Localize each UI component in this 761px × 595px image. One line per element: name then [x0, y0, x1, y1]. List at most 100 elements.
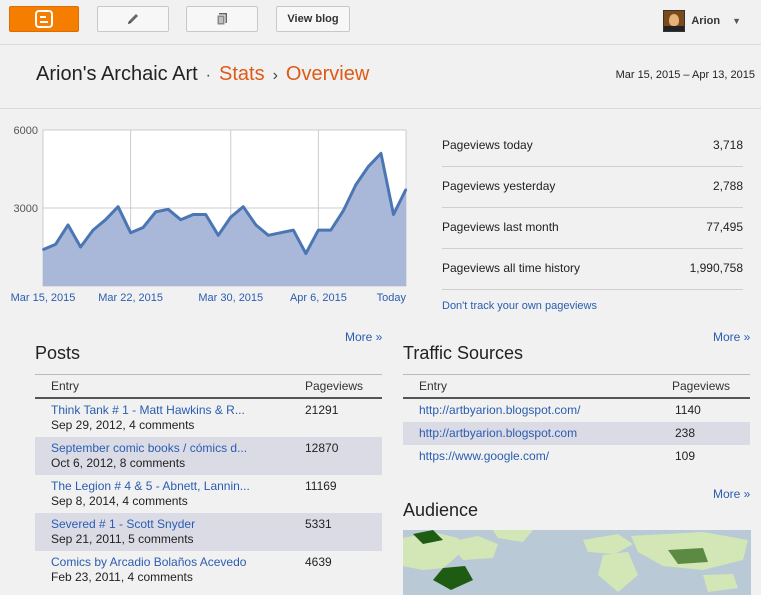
- table-row: https://www.google.com/ 109: [403, 445, 750, 468]
- data-point: [242, 205, 245, 208]
- traffic-pageviews: 238: [675, 426, 696, 440]
- pageview-stats: Pageviews today 3,718 Pageviews yesterday…: [442, 126, 743, 312]
- post-meta: Sep 8, 2014, 4 comments: [51, 494, 188, 508]
- posts-title: Posts: [35, 343, 81, 363]
- post-meta: Sep 29, 2012, 4 comments: [51, 418, 195, 432]
- data-point: [79, 246, 82, 248]
- blogger-home-button[interactable]: [9, 6, 79, 32]
- data-point: [154, 210, 157, 213]
- traffic-sources-title: Traffic Sources: [403, 343, 524, 363]
- data-point: [192, 213, 195, 216]
- post-meta: Sep 21, 2011, 5 comments: [51, 532, 194, 546]
- table-row: Think Tank # 1 - Matt Hawkins & R... Sep…: [35, 399, 382, 437]
- data-point: [92, 229, 95, 232]
- posts-more-link[interactable]: More »: [345, 330, 382, 344]
- stat-row: Pageviews yesterday 2,788: [442, 167, 743, 208]
- x-tick-label: Mar 15, 2015: [11, 292, 76, 304]
- traffic-source-link[interactable]: https://www.google.com/: [419, 449, 549, 463]
- data-point: [329, 229, 332, 232]
- post-title-link[interactable]: Think Tank # 1 - Matt Hawkins & R...: [51, 403, 271, 418]
- stat-value: 1,990,758: [689, 261, 743, 275]
- view-blog-button[interactable]: View blog: [276, 6, 350, 32]
- y-tick-label: 3000: [14, 203, 38, 215]
- stat-label: Pageviews yesterday: [442, 179, 556, 193]
- traffic-source-link[interactable]: http://artbyarion.blogspot.com: [419, 426, 577, 440]
- table-row: The Legion # 4 & 5 - Abnett, Lannin... S…: [35, 475, 382, 513]
- col-entry: Entry: [51, 379, 80, 393]
- breadcrumb-stats[interactable]: Stats: [219, 63, 265, 85]
- new-post-button[interactable]: [97, 6, 169, 32]
- traffic-source-link[interactable]: http://artbyarion.blogspot.com/: [419, 403, 580, 417]
- pageviews-chart: 6000 3000 Mar 15, 2015 Mar 22, 2015 Mar 30, …: [0, 118, 425, 308]
- stat-label: Pageviews all time history: [442, 261, 581, 275]
- post-title-link[interactable]: September comic books / cómics d...: [51, 441, 271, 456]
- post-title-link[interactable]: Comics by Arcadio Bolaños Acevedo: [51, 555, 271, 570]
- post-meta: Oct 6, 2012, 8 comments: [51, 456, 186, 470]
- data-point: [304, 252, 307, 255]
- audience-more-link[interactable]: More »: [713, 487, 750, 501]
- traffic-pageviews: 109: [675, 449, 696, 463]
- data-point: [254, 223, 257, 226]
- traffic-pageviews: 1140: [675, 403, 701, 417]
- traffic-table: Entry Pageviews http://artbyarion.blogsp…: [403, 374, 750, 468]
- audience-title: Audience: [403, 500, 479, 520]
- data-point: [379, 152, 382, 155]
- posts-table-header: Entry Pageviews: [35, 375, 382, 399]
- y-tick-label: 6000: [14, 125, 38, 137]
- table-row: http://artbyarion.blogspot.com/ 1140: [403, 399, 750, 422]
- stat-value: 77,495: [706, 220, 743, 234]
- table-row: http://artbyarion.blogspot.com 238: [403, 422, 750, 445]
- traffic-table-header: Entry Pageviews: [403, 375, 750, 399]
- posts-list-button[interactable]: [186, 6, 258, 32]
- data-point: [405, 188, 407, 191]
- avatar: [663, 10, 686, 32]
- page-header: Arion's Archaic Art · Stats › Overview Mar 1…: [0, 45, 761, 109]
- chevron-down-icon[interactable]: ▼: [732, 16, 741, 26]
- blog-name[interactable]: Arion's Archaic Art: [36, 63, 198, 85]
- data-point: [317, 229, 320, 232]
- post-pageviews: 4639: [305, 555, 332, 569]
- x-tick-label: Today: [377, 292, 407, 304]
- pageviews-chart-svg: 6000 3000 Mar 15, 2015 Mar 22, 2015 Mar 30, …: [11, 125, 408, 304]
- col-entry: Entry: [419, 379, 448, 393]
- breadcrumb-separator: ›: [272, 67, 278, 84]
- data-point: [167, 208, 170, 211]
- breadcrumb: Arion's Archaic Art · Stats › Overview: [36, 63, 369, 86]
- post-meta: Feb 23, 2011, 4 comments: [51, 570, 193, 584]
- table-row: Comics by Arcadio Bolaños Acevedo Feb 23…: [35, 551, 382, 589]
- x-tick-label: Apr 6, 2015: [290, 292, 347, 304]
- table-row: September comic books / cómics d... Oct …: [35, 437, 382, 475]
- dont-track-link[interactable]: Don't track your own pageviews: [442, 300, 743, 312]
- data-point: [179, 218, 182, 221]
- breadcrumb-overview: Overview: [285, 63, 370, 85]
- user-name: Arion: [691, 15, 721, 27]
- post-title-link[interactable]: The Legion # 4 & 5 - Abnett, Lannin...: [51, 479, 271, 494]
- col-pageviews: Pageviews: [672, 379, 731, 393]
- user-menu[interactable]: Arion ▼: [663, 10, 741, 32]
- breadcrumb-separator: ·: [205, 67, 211, 84]
- date-range[interactable]: Mar 15, 2015 – Apr 13, 2015: [616, 69, 755, 81]
- posts-table: Entry Pageviews Think Tank # 1 - Matt Ha…: [35, 374, 382, 589]
- world-map: [403, 530, 748, 592]
- stat-label: Pageviews today: [442, 138, 533, 152]
- data-point: [342, 209, 345, 212]
- post-pageviews: 12870: [305, 441, 339, 455]
- post-pageviews: 21291: [305, 403, 339, 417]
- data-point: [142, 226, 145, 229]
- data-point: [279, 231, 282, 234]
- data-point: [42, 248, 44, 251]
- data-point: [204, 213, 207, 216]
- data-point: [67, 223, 70, 226]
- data-point: [54, 243, 57, 246]
- data-point: [129, 231, 132, 234]
- data-point: [292, 229, 295, 232]
- post-title-link[interactable]: Severed # 1 - Scott Snyder: [51, 517, 271, 532]
- traffic-more-link[interactable]: More »: [713, 330, 750, 344]
- post-pageviews: 11169: [305, 479, 337, 493]
- stat-value: 2,788: [712, 179, 743, 193]
- pages-icon: [216, 13, 227, 26]
- data-point: [229, 216, 232, 219]
- data-point: [217, 234, 220, 237]
- data-point: [367, 165, 370, 168]
- audience-map: [403, 530, 751, 595]
